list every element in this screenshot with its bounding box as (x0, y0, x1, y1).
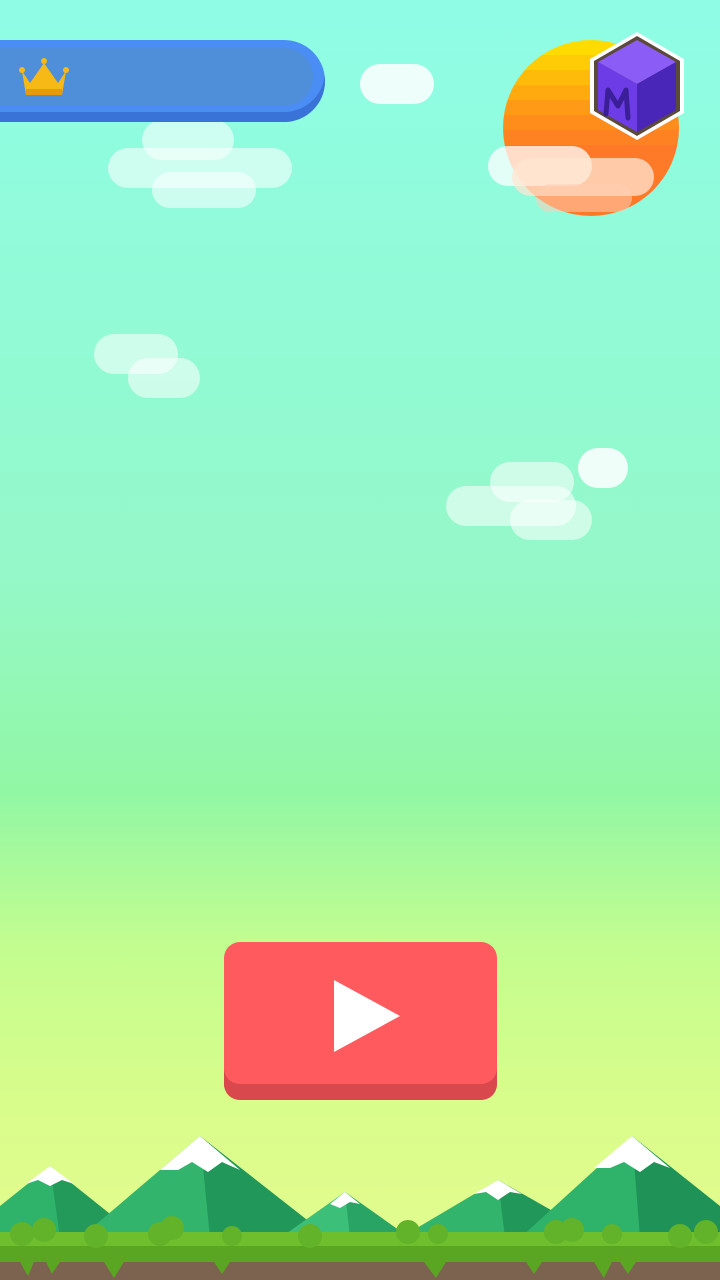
cloud (128, 358, 200, 398)
play-button[interactable] (224, 942, 497, 1100)
cloud (536, 184, 632, 212)
cloud (510, 500, 592, 540)
cube-logo-icon[interactable] (588, 30, 686, 142)
crown-icon (19, 58, 69, 95)
landscape (0, 1136, 720, 1280)
cloud (578, 448, 628, 488)
cloud (152, 172, 256, 208)
game-screen (0, 0, 720, 1280)
play-icon (334, 980, 400, 1052)
cloud (360, 64, 434, 104)
